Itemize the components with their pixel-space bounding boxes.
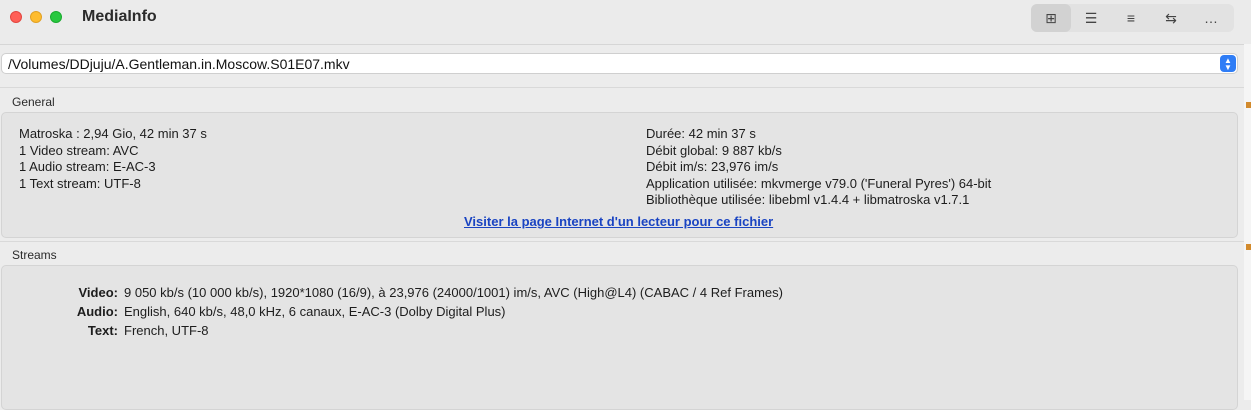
- minimize-window-button[interactable]: [30, 11, 42, 23]
- more-button[interactable]: …: [1191, 4, 1231, 32]
- bullet-list-icon: ≡: [1126, 10, 1136, 26]
- grid-view-button[interactable]: ⊞: [1031, 4, 1071, 32]
- general-summary-line: 1 Text stream: UTF-8: [19, 176, 141, 191]
- text-stream-label: Text:: [87, 323, 118, 338]
- divider: [0, 241, 1251, 242]
- audio-stream-value: English, 640 kb/s, 48,0 kHz, 6 canaux, E…: [124, 304, 506, 319]
- general-summary-line: Matroska : 2,94 Gio, 42 min 37 s: [19, 126, 207, 141]
- compare-button[interactable]: ⇆: [1151, 4, 1191, 32]
- general-summary-line: 1 Audio stream: E-AC-3: [19, 159, 156, 174]
- general-detail-line: Durée: 42 min 37 s: [646, 126, 756, 141]
- streams-panel: Video: 9 050 kb/s (10 000 kb/s), 1920*10…: [1, 265, 1238, 410]
- scroll-marker: [1246, 102, 1251, 108]
- swap-arrows-icon: ⇆: [1165, 9, 1177, 26]
- outline-list-icon: ☰: [1084, 9, 1098, 26]
- streams-section-label: Streams: [12, 248, 57, 262]
- popup-arrows-icon[interactable]: ▲ ▼: [1220, 55, 1236, 72]
- scroll-marker: [1246, 244, 1251, 250]
- general-section-label: General: [12, 95, 55, 109]
- file-path-value: /Volumes/DDjuju/A.Gentleman.in.Moscow.S0…: [8, 56, 350, 72]
- list-view-button[interactable]: ≡: [1111, 4, 1151, 32]
- general-summary-line: 1 Video stream: AVC: [19, 143, 139, 158]
- file-path-select[interactable]: /Volumes/DDjuju/A.Gentleman.in.Moscow.S0…: [1, 53, 1238, 74]
- video-stream-value: 9 050 kb/s (10 000 kb/s), 1920*1080 (16/…: [124, 285, 783, 300]
- zoom-window-button[interactable]: [50, 11, 62, 23]
- text-stream-value: French, UTF-8: [124, 323, 209, 338]
- video-stream-label: Video:: [78, 285, 119, 300]
- outline-view-button[interactable]: ☰: [1071, 4, 1111, 32]
- general-detail-line: Application utilisée: mkvmerge v79.0 ('F…: [646, 176, 992, 191]
- general-detail-line: Débit global: 9 887 kb/s: [646, 143, 782, 158]
- audio-stream-label: Audio:: [76, 304, 118, 319]
- general-detail-line: Bibliothèque utilisée: libebml v1.4.4 + …: [646, 192, 970, 207]
- title-bar: MediaInfo ⊞ ☰ ≡ ⇆ …: [0, 0, 1251, 45]
- close-window-button[interactable]: [10, 11, 22, 23]
- general-detail-line: Débit im/s: 23,976 im/s: [646, 159, 779, 174]
- divider: [0, 87, 1251, 88]
- scrollbar-track[interactable]: [1244, 44, 1251, 400]
- view-mode-toolbar: ⊞ ☰ ≡ ⇆ …: [1031, 4, 1234, 32]
- player-web-page-link[interactable]: Visiter la page Internet d'un lecteur po…: [464, 214, 773, 229]
- grid-icon: ⊞: [1045, 9, 1057, 26]
- more-icon: …: [1204, 10, 1218, 26]
- window-title: MediaInfo: [82, 8, 157, 25]
